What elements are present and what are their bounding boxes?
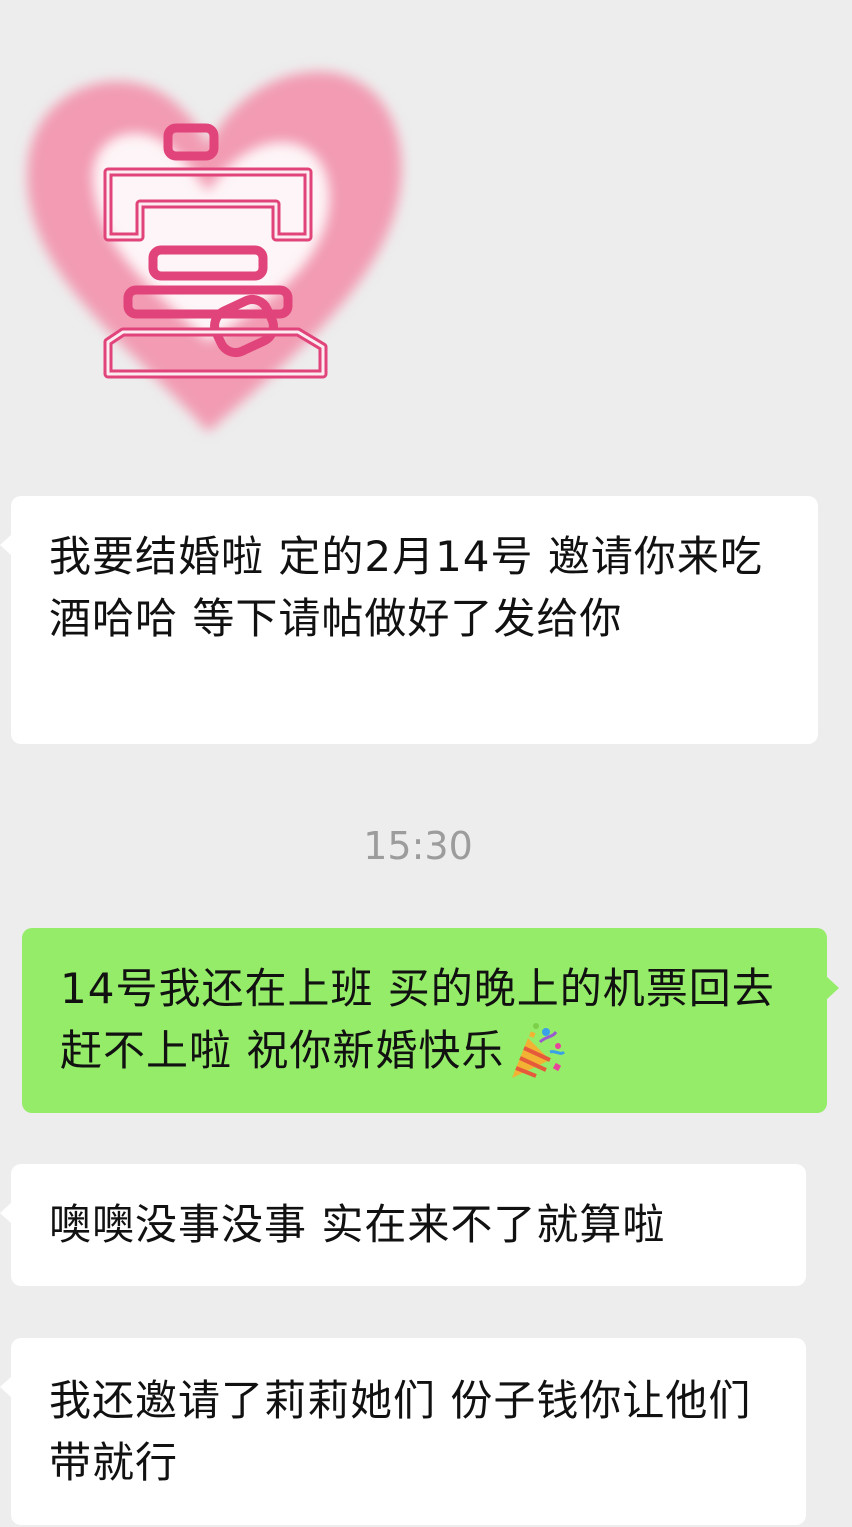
heart-sticker-message[interactable]: [8, 42, 412, 448]
message-text: 噢噢没事没事 实在来不了就算啦: [49, 1200, 666, 1249]
incoming-message-bubble[interactable]: 我还邀请了莉莉她们 份子钱你让他们带就行: [0, 1338, 806, 1525]
outgoing-message-bubble[interactable]: 14号我还在上班 买的晚上的机票回去 赶不上啦 祝你新婚快乐: [22, 928, 839, 1113]
message-text: 14号我还在上班 买的晚上的机票回去 赶不上啦 祝你新婚快乐: [60, 964, 775, 1075]
incoming-message-bubble[interactable]: 我要结婚啦 定的2月14号 邀请你来吃酒哈哈 等下请帖做好了发给你: [0, 496, 818, 744]
chat-area[interactable]: 我要结婚啦 定的2月14号 邀请你来吃酒哈哈 等下请帖做好了发给你 15:30 …: [0, 0, 852, 1527]
party-popper-icon: [506, 1020, 568, 1082]
message-timestamp: 15:30: [363, 824, 473, 868]
incoming-message-bubble[interactable]: 噢噢没事没事 实在来不了就算啦: [0, 1164, 806, 1286]
heart-bao-sticker-icon: [27, 71, 402, 433]
message-text: 我还邀请了莉莉她们 份子钱你让他们带就行: [49, 1376, 752, 1487]
message-text: 我要结婚啦 定的2月14号 邀请你来吃酒哈哈 等下请帖做好了发给你: [49, 532, 763, 643]
